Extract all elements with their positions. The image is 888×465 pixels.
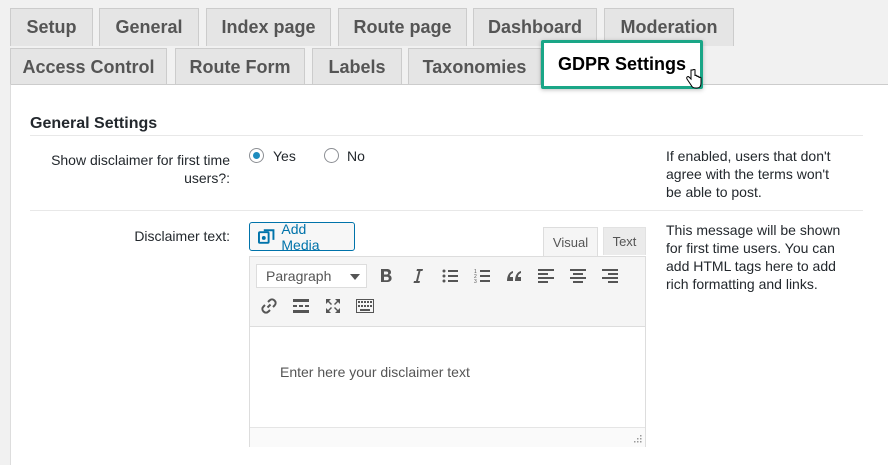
divider	[30, 135, 863, 136]
add-media-button[interactable]: Add Media	[249, 221, 355, 253]
italic-icon[interactable]	[405, 263, 431, 289]
tab-gdpr-settings[interactable]: GDPR Settings	[541, 40, 703, 89]
tab-access-control[interactable]: Access Control	[10, 48, 167, 86]
tab-taxonomies[interactable]: Taxonomies	[408, 48, 541, 86]
radio-yes-label[interactable]: Yes	[273, 148, 296, 164]
disclaimer-text-label: Disclaimer text:	[134, 228, 230, 244]
radio-no-label[interactable]: No	[347, 148, 365, 164]
disclaimer-text-help: This message will be shown for first tim…	[666, 222, 841, 292]
link-icon[interactable]	[256, 293, 282, 319]
numbered-list-icon[interactable]: 123	[469, 263, 495, 289]
tab-route-form[interactable]: Route Form	[175, 48, 305, 86]
align-right-icon[interactable]	[597, 263, 623, 289]
tab-setup[interactable]: Setup	[10, 8, 93, 46]
divider	[30, 210, 863, 211]
tab-index-page[interactable]: Index page	[206, 8, 331, 46]
resize-handle-icon[interactable]	[632, 433, 642, 443]
align-left-icon[interactable]	[533, 263, 559, 289]
format-select[interactable]: Paragraph	[256, 264, 367, 288]
disclaimer-toggle-help: If enabled, users that don't agree with …	[666, 148, 831, 200]
fullscreen-icon[interactable]	[320, 293, 346, 319]
hand-pointer-cursor-icon	[686, 69, 702, 89]
tab-general[interactable]: General	[99, 8, 199, 46]
editor-placeholder: Enter here your disclaimer text	[280, 364, 470, 380]
radio-no[interactable]	[324, 148, 339, 163]
tab-route-page[interactable]: Route page	[338, 8, 467, 46]
align-center-icon[interactable]	[565, 263, 591, 289]
radio-yes[interactable]	[249, 148, 264, 163]
add-media-icon	[258, 228, 275, 244]
read-more-icon[interactable]	[288, 293, 314, 319]
disclaimer-editor[interactable]: Enter here your disclaimer text	[249, 327, 646, 447]
bold-icon[interactable]	[373, 263, 399, 289]
bulleted-list-icon[interactable]	[437, 263, 463, 289]
blockquote-icon[interactable]	[501, 263, 527, 289]
section-title: General Settings	[30, 115, 158, 132]
chevron-down-icon	[350, 274, 360, 280]
svg-text:3: 3	[474, 279, 477, 283]
disclaimer-toggle-label: Show disclaimer for first time users?:	[51, 152, 230, 186]
editor-tab-visual[interactable]: Visual	[543, 227, 598, 256]
toolbar-toggle-icon[interactable]	[352, 293, 378, 319]
editor-tab-text[interactable]: Text	[603, 227, 646, 255]
tab-labels[interactable]: Labels	[312, 48, 402, 86]
editor-statusbar	[250, 427, 645, 447]
